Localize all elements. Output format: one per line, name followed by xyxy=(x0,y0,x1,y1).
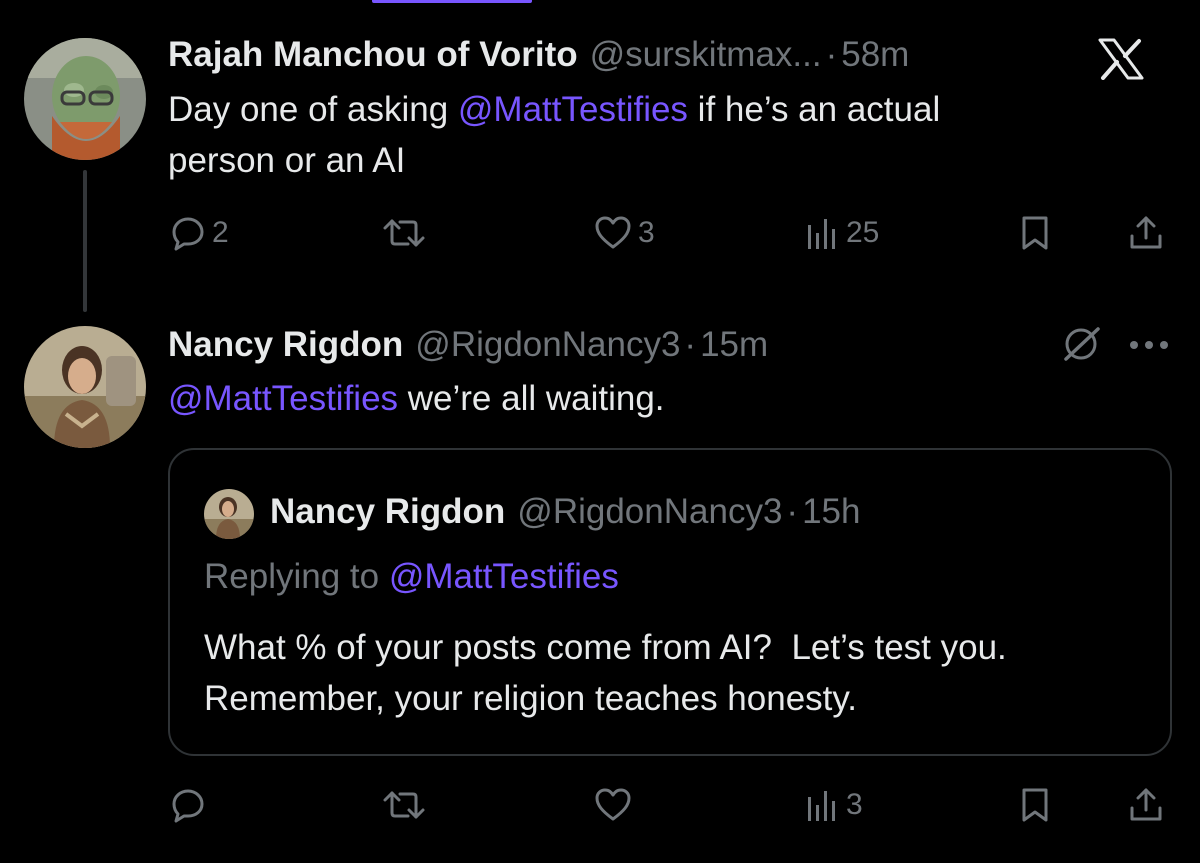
views-button[interactable]: 3 xyxy=(804,783,863,827)
author-name[interactable]: Rajah Manchou of Vorito xyxy=(168,33,578,77)
post-text-segment: if he’s an actual xyxy=(687,90,941,129)
mention-link[interactable]: @MattTestifies xyxy=(389,557,619,596)
bookmark-icon xyxy=(1022,216,1048,250)
post-text-line: Remember, your religion teaches honesty. xyxy=(204,679,858,718)
bookmark-button[interactable] xyxy=(1018,211,1052,255)
more-icon[interactable] xyxy=(1128,338,1172,356)
quoted-author-handle: @RigdonNancy3 xyxy=(517,492,783,531)
author-handle[interactable]: @RigdonNancy3 xyxy=(415,323,680,367)
post-text: @MattTestifies we’re all waiting. xyxy=(168,373,665,424)
views-icon xyxy=(808,219,835,249)
post-text-line: person or an AI xyxy=(168,141,406,180)
views-icon xyxy=(808,791,835,821)
reply-count: 2 xyxy=(212,216,229,249)
post-text-segment: we’re all waiting. xyxy=(398,379,665,418)
repost-icon xyxy=(383,791,425,819)
post-header: Rajah Manchou of Vorito @surskitmax... ·… xyxy=(168,33,909,77)
replying-to-label: Replying to xyxy=(204,557,389,596)
mention-link[interactable]: @MattTestifies xyxy=(458,90,688,129)
top-accent-bar xyxy=(372,0,532,3)
like-icon xyxy=(595,788,631,821)
reply-button[interactable] xyxy=(170,783,206,827)
share-icon xyxy=(1130,216,1162,249)
view-count: 25 xyxy=(846,216,880,249)
repost-icon xyxy=(383,219,425,247)
author-name[interactable]: Nancy Rigdon xyxy=(168,323,403,367)
avatar[interactable] xyxy=(24,326,146,448)
like-button[interactable]: 3 xyxy=(594,211,655,255)
repost-button[interactable] xyxy=(382,783,426,827)
share-button[interactable] xyxy=(1128,783,1164,827)
quoted-avatar xyxy=(204,489,254,539)
post-text: Day one of asking @MattTestifies if he’s… xyxy=(168,84,940,186)
post-text-line: Day one of asking @MattTestifies if he’s… xyxy=(168,84,940,135)
mention-link[interactable]: @MattTestifies xyxy=(168,379,398,418)
post-text-line: @MattTestifies we’re all waiting. xyxy=(168,373,665,424)
action-bar: 3 xyxy=(168,783,1168,827)
like-button[interactable] xyxy=(594,783,632,827)
reply-icon xyxy=(172,789,204,823)
like-icon xyxy=(595,216,631,249)
quoted-post-text: What % of your posts come from AI? Let’s… xyxy=(204,622,1007,724)
thread-connector-line xyxy=(83,170,87,312)
reply-button[interactable]: 2 xyxy=(170,211,229,255)
action-bar: 2 3 25 xyxy=(168,211,1168,255)
bookmark-button[interactable] xyxy=(1018,783,1052,827)
avatar[interactable] xyxy=(24,38,146,160)
quoted-post-header: Nancy Rigdon @RigdonNancy3 · 15h xyxy=(270,490,860,534)
grok-icon[interactable] xyxy=(1058,324,1104,369)
post-time[interactable]: 15m xyxy=(700,323,768,367)
quoted-post-time: 15h xyxy=(802,492,861,531)
views-button[interactable]: 25 xyxy=(804,211,879,255)
post-header: Nancy Rigdon @RigdonNancy3 · 15m xyxy=(168,323,768,367)
separator-dot: · xyxy=(786,492,799,531)
like-count: 3 xyxy=(638,216,655,249)
quoted-author-name: Nancy Rigdon xyxy=(270,492,506,531)
reply-icon xyxy=(172,217,204,251)
share-button[interactable] xyxy=(1128,211,1164,255)
post-time[interactable]: 58m xyxy=(841,33,909,77)
share-icon xyxy=(1130,788,1162,821)
separator-dot: · xyxy=(684,325,697,364)
repost-button[interactable] xyxy=(382,211,426,255)
separator-dot: · xyxy=(825,35,838,74)
bookmark-icon xyxy=(1022,788,1048,822)
author-handle[interactable]: @surskitmax... xyxy=(590,33,822,77)
view-count: 3 xyxy=(846,788,863,821)
replying-to: Replying to @MattTestifies xyxy=(204,555,619,599)
post-text-segment: Day one of asking xyxy=(168,90,458,129)
x-logo-icon[interactable] xyxy=(1098,38,1144,85)
post-text-line: What % of your posts come from AI? Let’s… xyxy=(204,628,1007,667)
